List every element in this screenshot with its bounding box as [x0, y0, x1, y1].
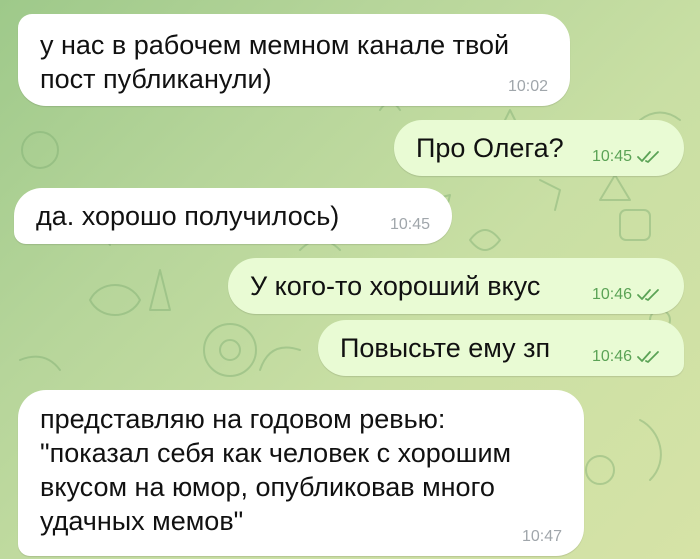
message-time: 10:02: [507, 78, 548, 95]
message-bubble-outgoing[interactable]: Про Олега? 10:45: [394, 120, 684, 176]
message-bubble-incoming[interactable]: у нас в рабочем мемном канале твой пост …: [18, 14, 570, 106]
message-time: 10:46: [591, 348, 632, 365]
message-time: 10:47: [521, 528, 562, 545]
chat-history[interactable]: у нас в рабочем мемном канале твой пост …: [0, 0, 700, 559]
message-meta: 10:45: [592, 148, 662, 166]
message-meta: 10:02: [508, 78, 548, 96]
message-bubble-outgoing[interactable]: Повысьте ему зп 10:46: [318, 320, 684, 376]
message-meta: 10:46: [592, 286, 662, 304]
double-check-icon: [636, 288, 662, 302]
message-bubble-incoming[interactable]: да. хорошо получилось) 10:45: [14, 188, 452, 244]
message-time: 10:46: [591, 286, 632, 303]
double-check-icon: [636, 150, 662, 164]
double-check-icon: [636, 350, 662, 364]
message-meta: 10:47: [522, 528, 562, 546]
message-bubble-incoming[interactable]: представляю на годовом ревью: "показал с…: [18, 390, 584, 556]
message-time: 10:45: [389, 216, 430, 233]
message-time: 10:45: [591, 148, 632, 165]
message-text: представляю на годовом ревью: "показал с…: [40, 404, 512, 536]
message-bubble-outgoing[interactable]: У кого-то хороший вкус 10:46: [228, 258, 684, 314]
message-meta: 10:46: [592, 348, 662, 366]
message-text: у нас в рабочем мемном канале твой пост …: [40, 30, 510, 94]
message-meta: 10:45: [390, 216, 430, 234]
